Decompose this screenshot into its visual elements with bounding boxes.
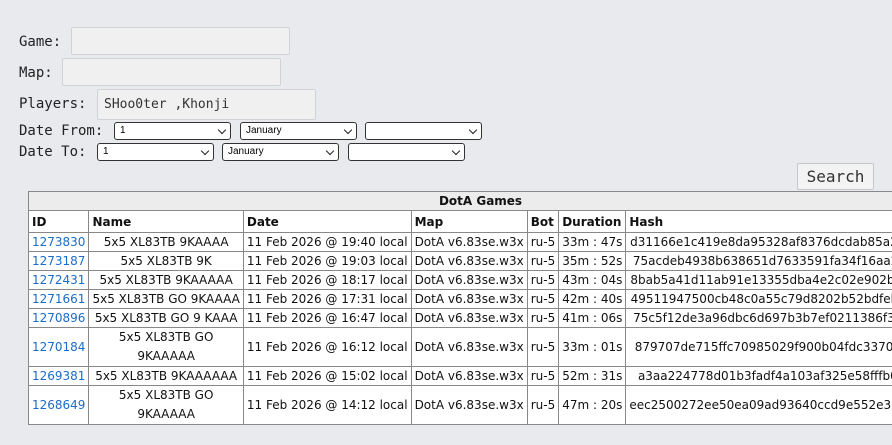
chevron-down-icon — [200, 146, 210, 156]
game-hash: eec2500272ee50ea09ad93640ccd9e552e308a34 — [625, 385, 892, 425]
table-row: 1272431 5x5 XL83TB 9KAAAAA 11 Feb 2026 @… — [27, 270, 892, 290]
date-from-year-select[interactable] — [365, 122, 482, 140]
game-name: 5x5 XL83TB 9KAAAA — [88, 232, 244, 252]
games-table: DotA Games ID Name Date Map Bot Duration… — [27, 191, 892, 425]
game-date: 11 Feb 2026 @ 14:12 local — [242, 385, 412, 425]
players-label: Players: — [19, 96, 87, 112]
chevron-down-icon — [343, 125, 353, 135]
game-hash: 8bab5a41d11ab91e13355dba4e2c02e902b03afc — [625, 270, 892, 290]
column-header-bot: Bot — [526, 210, 560, 233]
chevron-down-icon — [451, 146, 461, 156]
game-date: 11 Feb 2026 @ 16:47 local — [242, 308, 412, 328]
game-id-link[interactable]: 1272431 — [32, 273, 85, 287]
game-id-link[interactable]: 1270896 — [32, 311, 85, 325]
table-row: 1269381 5x5 XL83TB 9KAAAAAA 11 Feb 2026 … — [27, 366, 892, 386]
chevron-down-icon — [325, 146, 335, 156]
table-row: 1270896 5x5 XL83TB GO 9 KAAA 11 Feb 2026… — [27, 308, 892, 328]
game-id-link[interactable]: 1269381 — [32, 369, 85, 383]
chevron-down-icon — [468, 125, 478, 135]
game-bot: ru-5 — [526, 270, 560, 290]
map-input[interactable] — [62, 58, 281, 86]
table-row: 1268649 5x5 XL83TB GO 9KAAAAA 11 Feb 202… — [27, 385, 892, 425]
game-date: 11 Feb 2026 @ 19:03 local — [242, 251, 412, 271]
date-to-day-value: 1 — [103, 146, 109, 157]
date-to-day-select[interactable]: 1 — [97, 143, 214, 161]
game-map: DotA v6.83se.w3x — [410, 289, 528, 309]
game-name: 5x5 XL83TB 9KAAAAA — [88, 270, 244, 290]
game-duration: 52m : 31s — [558, 366, 627, 386]
game-hash: 49511947500cb48c0a55c79d8202b52bdfeb5c82 — [625, 289, 892, 309]
game-duration: 47m : 20s — [558, 385, 627, 425]
game-bot: ru-5 — [526, 385, 560, 425]
game-hash: 75c5f12de3a96dbc6d697b3b7ef0211386f33728 — [625, 308, 892, 328]
table-row: 1270184 5x5 XL83TB GO 9KAAAAA 11 Feb 202… — [27, 327, 892, 367]
game-name: 5x5 XL83TB GO 9KAAAA — [88, 289, 244, 309]
chevron-down-icon — [217, 125, 227, 135]
column-header-id: ID — [27, 210, 90, 233]
game-map: DotA v6.83se.w3x — [410, 270, 528, 290]
date-to-month-select[interactable]: January — [222, 143, 339, 161]
table-row: 1271661 5x5 XL83TB GO 9KAAAA 11 Feb 2026… — [27, 289, 892, 309]
game-id-link[interactable]: 1268649 — [32, 398, 85, 412]
game-bot: ru-5 — [526, 289, 560, 309]
game-bot: ru-5 — [526, 251, 560, 271]
game-duration: 42m : 40s — [558, 289, 627, 309]
game-bot: ru-5 — [526, 366, 560, 386]
game-name: 5x5 XL83TB GO 9 KAAA — [88, 308, 244, 328]
game-duration: 33m : 47s — [558, 232, 627, 252]
game-name: 5x5 XL83TB GO 9KAAAAA — [88, 385, 244, 425]
game-bot: ru-5 — [526, 232, 560, 252]
game-map: DotA v6.83se.w3x — [410, 327, 528, 367]
game-input[interactable] — [71, 27, 290, 55]
game-bot: ru-5 — [526, 327, 560, 367]
game-id-link[interactable]: 1271661 — [32, 292, 85, 306]
game-id-link[interactable]: 1273187 — [32, 254, 85, 268]
game-map: DotA v6.83se.w3x — [410, 366, 528, 386]
game-date: 11 Feb 2026 @ 19:40 local — [242, 232, 412, 252]
search-button[interactable]: Search — [797, 163, 874, 190]
game-date: 11 Feb 2026 @ 15:02 local — [242, 366, 412, 386]
table-row: 1273830 5x5 XL83TB 9KAAAA 11 Feb 2026 @ … — [27, 232, 892, 252]
date-to-month-value: January — [228, 146, 264, 157]
game-label: Game: — [19, 34, 62, 50]
date-to-label: Date To: — [19, 144, 87, 160]
table-caption: DotA Games — [27, 191, 892, 211]
game-hash: 75acdeb4938b638651d7633591fa34f16aa21fb3 — [625, 251, 892, 271]
game-duration: 41m : 06s — [558, 308, 627, 328]
game-id-link[interactable]: 1273830 — [32, 235, 85, 249]
game-duration: 35m : 52s — [558, 251, 627, 271]
table-row: 1273187 5x5 XL83TB 9K 11 Feb 2026 @ 19:0… — [27, 251, 892, 271]
game-map: DotA v6.83se.w3x — [410, 232, 528, 252]
game-date: 11 Feb 2026 @ 17:31 local — [242, 289, 412, 309]
date-from-month-value: January — [246, 125, 282, 136]
game-bot: ru-5 — [526, 308, 560, 328]
map-label: Map: — [19, 65, 53, 81]
game-hash: 879707de715ffc70985029f900b04fdc3370a351 — [625, 327, 892, 367]
date-from-day-value: 1 — [120, 125, 126, 136]
game-duration: 43m : 04s — [558, 270, 627, 290]
game-map: DotA v6.83se.w3x — [410, 385, 528, 425]
column-header-duration: Duration — [558, 210, 627, 233]
game-hash: d31166e1c419e8da95328af8376dcdab85a24982 — [625, 232, 892, 252]
game-name: 5x5 XL83TB GO 9KAAAAA — [88, 327, 244, 367]
column-header-hash: Hash — [625, 210, 892, 233]
date-from-day-select[interactable]: 1 — [114, 122, 231, 140]
players-input[interactable] — [97, 89, 316, 120]
game-map: DotA v6.83se.w3x — [410, 251, 528, 271]
game-id-link[interactable]: 1270184 — [32, 340, 85, 354]
date-from-label: Date From: — [19, 123, 104, 139]
game-date: 11 Feb 2026 @ 18:17 local — [242, 270, 412, 290]
date-from-month-select[interactable]: January — [240, 122, 357, 140]
game-hash: a3aa224778d01b3fadf4a103af325e58fffb07e4 — [625, 366, 892, 386]
column-header-map: Map — [410, 210, 528, 233]
game-map: DotA v6.83se.w3x — [410, 308, 528, 328]
date-to-year-select[interactable] — [348, 143, 465, 161]
game-duration: 33m : 01s — [558, 327, 627, 367]
game-name: 5x5 XL83TB 9K — [88, 251, 244, 271]
column-header-date: Date — [242, 210, 412, 233]
table-header-row: ID Name Date Map Bot Duration Hash — [27, 210, 892, 233]
column-header-name: Name — [88, 210, 244, 233]
game-date: 11 Feb 2026 @ 16:12 local — [242, 327, 412, 367]
game-name: 5x5 XL83TB 9KAAAAAA — [88, 366, 244, 386]
